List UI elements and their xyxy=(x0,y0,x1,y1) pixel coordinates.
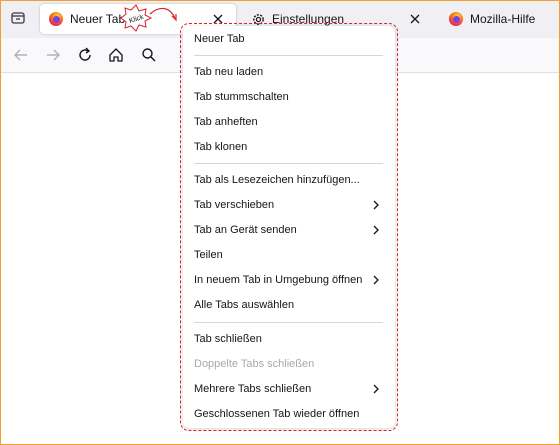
menu-item-select-all-tabs[interactable]: Alle Tabs auswählen xyxy=(183,294,395,316)
tab-title: Mozilla-Hilfe xyxy=(470,12,536,26)
menu-item-label: Tab als Lesezeichen hinzufügen... xyxy=(194,174,360,186)
menu-item-label: Tab an Gerät senden xyxy=(194,224,297,236)
menu-separator xyxy=(194,163,383,164)
reload-icon xyxy=(79,47,91,61)
menu-item-label: Teilen xyxy=(194,249,223,261)
firefox-icon xyxy=(49,12,63,26)
menu-item-reopen-closed-tab[interactable]: Geschlossenen Tab wieder öffnen xyxy=(183,403,395,425)
close-tab-button[interactable] xyxy=(210,11,226,27)
menu-separator xyxy=(194,55,383,56)
search-button[interactable] xyxy=(138,44,160,66)
menu-item-bookmark-tab[interactable]: Tab als Lesezeichen hinzufügen... xyxy=(183,169,395,191)
menu-item-open-in-container-tab[interactable]: In neuem Tab in Umgebung öffnen xyxy=(183,269,395,291)
menu-item-share[interactable]: Teilen xyxy=(183,244,395,266)
home-icon xyxy=(109,48,123,62)
reload-button[interactable] xyxy=(74,44,96,66)
menu-item-new-tab[interactable]: Neuer Tab xyxy=(183,28,395,50)
tab-mozilla-help[interactable]: Mozilla-Hilfe xyxy=(440,4,560,34)
menu-item-pin-tab[interactable]: Tab anheften xyxy=(183,111,395,133)
menu-item-close-multiple-tabs[interactable]: Mehrere Tabs schließen xyxy=(183,378,395,400)
menu-separator xyxy=(194,322,383,323)
menu-item-reload-tab[interactable]: Tab neu laden xyxy=(183,61,395,83)
list-all-tabs-button[interactable] xyxy=(6,6,30,30)
menu-item-label: Tab neu laden xyxy=(194,66,264,78)
menu-item-mute-tab[interactable]: Tab stummschalten xyxy=(183,86,395,108)
back-button[interactable] xyxy=(10,44,32,66)
click-annotation: Klick xyxy=(117,4,177,32)
menu-item-close-tab[interactable]: Tab schließen xyxy=(183,328,395,350)
menu-item-label: Tab stummschalten xyxy=(194,91,289,103)
menu-item-close-duplicate-tabs: Doppelte Tabs schließen xyxy=(183,353,395,375)
menu-item-label: Doppelte Tabs schließen xyxy=(194,358,315,370)
search-icon xyxy=(142,48,156,62)
gear-icon xyxy=(253,13,264,25)
menu-item-send-tab-to-device[interactable]: Tab an Gerät senden xyxy=(183,219,395,241)
menu-item-label: Tab schließen xyxy=(194,333,262,345)
chevron-right-icon xyxy=(373,200,379,210)
tab-context-menu: Neuer Tab Tab neu laden Tab stummschalte… xyxy=(183,26,395,428)
chevron-right-icon xyxy=(373,384,379,394)
menu-item-label: Neuer Tab xyxy=(194,33,245,45)
menu-item-label: Tab verschieben xyxy=(194,199,275,211)
close-tab-button[interactable] xyxy=(407,11,423,27)
menu-item-move-tab[interactable]: Tab verschieben xyxy=(183,194,395,216)
tab-list-icon xyxy=(11,12,25,24)
menu-item-label: Tab klonen xyxy=(194,141,248,153)
arrow-right-icon xyxy=(47,49,60,61)
close-icon xyxy=(213,14,223,24)
forward-button[interactable] xyxy=(42,44,64,66)
tab-title: Einstellungen xyxy=(272,12,345,26)
arrow-left-icon xyxy=(14,49,27,61)
menu-item-label: Mehrere Tabs schließen xyxy=(194,383,312,395)
chevron-right-icon xyxy=(373,275,379,285)
home-button[interactable] xyxy=(105,44,127,66)
menu-item-duplicate-tab[interactable]: Tab klonen xyxy=(183,136,395,158)
close-icon xyxy=(410,14,420,24)
menu-item-label: Tab anheften xyxy=(194,116,258,128)
menu-item-label: In neuem Tab in Umgebung öffnen xyxy=(194,274,363,286)
menu-item-label: Geschlossenen Tab wieder öffnen xyxy=(194,408,360,420)
firefox-icon xyxy=(449,12,463,26)
chevron-right-icon xyxy=(373,225,379,235)
menu-item-label: Alle Tabs auswählen xyxy=(194,299,295,311)
